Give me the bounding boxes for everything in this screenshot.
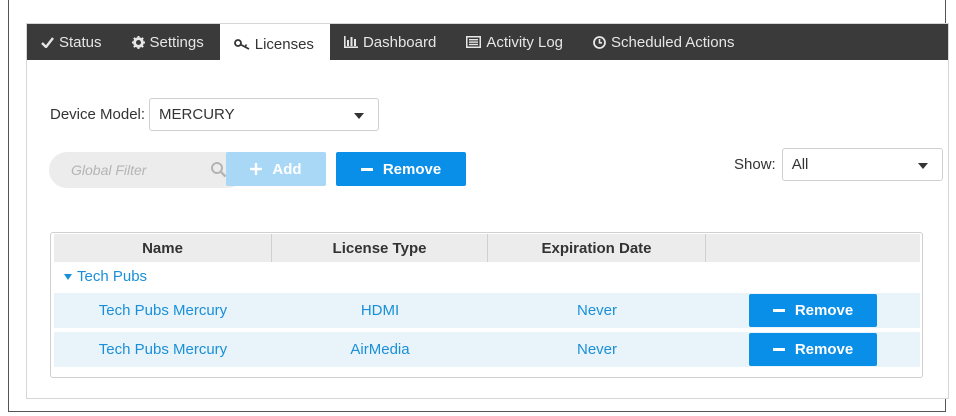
licenses-panel: Status Settings Licenses Dashboard Activ… [26,23,949,399]
search-icon [211,162,227,178]
tab-label: Dashboard [362,33,437,51]
tab-status[interactable]: Status [27,24,118,60]
column-header-license-type[interactable]: License Type [272,234,488,262]
tab-dashboard[interactable]: Dashboard [330,24,452,60]
cell-actions: Remove [706,332,920,367]
cell-expiration-date: Never [576,302,617,319]
clock-icon [593,35,606,49]
group-toggle-tech-pubs[interactable]: Tech Pubs [54,263,920,290]
plus-icon [250,163,263,175]
tab-label: Scheduled Actions [611,33,735,51]
licenses-table: Name License Type Expiration Date Tech P… [50,232,923,378]
remove-button[interactable]: Remove [336,152,466,186]
row-remove-button[interactable]: Remove [749,294,877,327]
list-icon [466,36,482,48]
bar-chart-icon [343,36,358,48]
tab-label: Activity Log [486,33,564,51]
global-filter[interactable] [49,152,245,188]
cell-license-type: HDMI [360,302,400,319]
table-row: Tech Pubs Mercury AirMedia Never Remove [54,332,920,367]
tab-label: Status [59,33,102,51]
tab-licenses[interactable]: Licenses [219,24,330,60]
tab-label: Licenses [254,35,314,53]
minus-icon [360,167,373,171]
device-model-label: Device Model: [50,106,146,123]
device-model-value: MERCURY [159,106,235,123]
row-remove-label: Remove [794,302,854,319]
cell-name[interactable]: Tech Pubs Mercury [54,332,272,367]
column-header-actions [706,234,920,262]
add-button-label: Add [272,160,302,178]
chevron-down-icon [354,113,365,119]
show-select[interactable]: All [781,148,943,181]
cell-actions: Remove [706,293,920,328]
show-value: All [791,156,809,173]
tab-label: Settings [149,33,204,51]
global-filter-input[interactable] [69,161,193,179]
tab-bar: Status Settings Licenses Dashboard Activ… [27,24,948,60]
tab-settings[interactable]: Settings [118,24,220,60]
device-model-select[interactable]: MERCURY [149,98,380,131]
gear-icon [131,35,145,49]
row-remove-button[interactable]: Remove [749,333,877,366]
show-filter-row: Show: All [734,148,943,181]
check-icon [41,36,54,48]
minus-icon [772,309,785,312]
device-model-row: Device Model: MERCURY [50,98,380,131]
chevron-down-icon [917,163,928,169]
key-icon [233,39,250,50]
row-remove-label: Remove [794,341,854,358]
caret-down-icon [64,273,72,280]
tab-activity-log[interactable]: Activity Log [452,24,579,60]
column-header-expiration-date[interactable]: Expiration Date [488,234,706,262]
add-button[interactable]: Add [226,152,326,186]
remove-button-label: Remove [382,160,442,178]
cell-name[interactable]: Tech Pubs Mercury [54,293,272,328]
tab-scheduled-actions[interactable]: Scheduled Actions [579,24,750,60]
table-row: Tech Pubs Mercury HDMI Never Remove [54,293,920,328]
column-header-name[interactable]: Name [54,234,272,262]
group-label: Tech Pubs [77,268,148,285]
cell-license-type: AirMedia [350,341,410,358]
cell-expiration-date: Never [576,341,617,358]
table-header: Name License Type Expiration Date [54,234,920,262]
minus-icon [772,348,785,351]
show-label: Show: [734,156,776,173]
